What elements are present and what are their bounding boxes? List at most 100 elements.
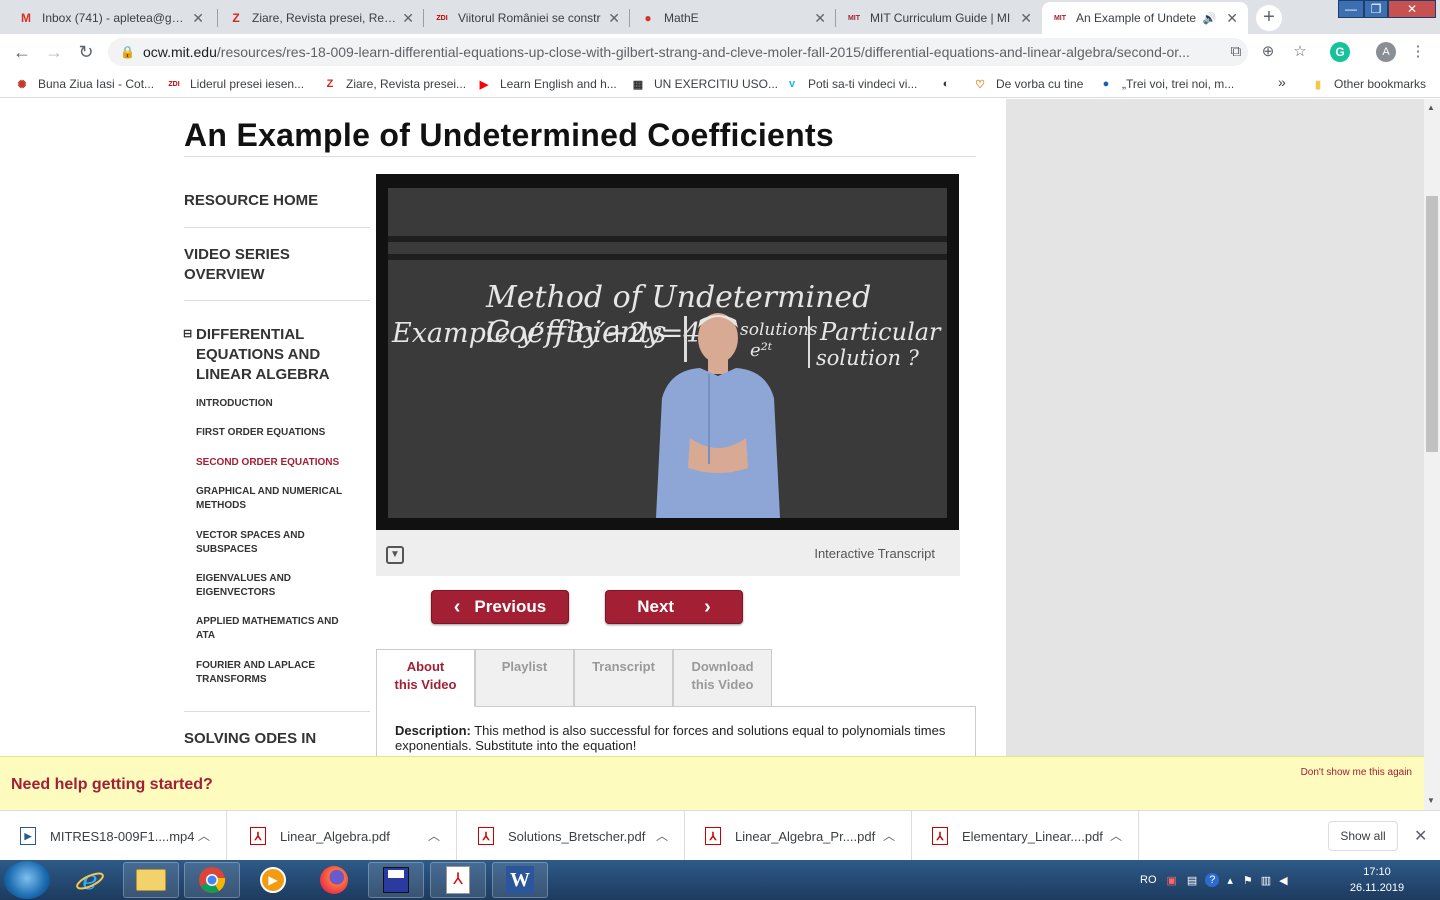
download-item[interactable]: ⅄ Elementary_Linear....pdf ︿ bbox=[912, 811, 1139, 861]
floppy-save-icon[interactable] bbox=[368, 862, 424, 898]
nav-sub-item[interactable]: FIRST ORDER EQUATIONS bbox=[196, 426, 346, 440]
chevron-up-icon[interactable]: ︿ bbox=[883, 827, 895, 844]
bookmark-item[interactable]: ▦ UN EXERCITIU USO... bbox=[630, 76, 778, 92]
nav-sub-label: FOURIER AND LAPLACE bbox=[196, 660, 316, 671]
tab-playlist[interactable]: Playlist bbox=[475, 649, 574, 707]
nav-item-current[interactable]: SECOND ORDER EQUATIONS bbox=[196, 456, 346, 470]
chevron-up-icon[interactable]: ︿ bbox=[428, 827, 440, 844]
dont-show-again-link[interactable]: Don't show me this again bbox=[1301, 767, 1412, 778]
browser-tab[interactable]: ZDI Viitorul României se constr ✕ bbox=[424, 2, 630, 34]
bookmark-item[interactable]: ✺ Buna Ziua Iasi - Cot... bbox=[14, 76, 154, 92]
menu-icon[interactable]: ⋮ bbox=[1408, 42, 1428, 62]
volume-tray-icon[interactable]: ◀ bbox=[1279, 874, 1287, 887]
tab-label: Download bbox=[691, 659, 754, 674]
chevron-up-icon[interactable]: ︿ bbox=[656, 827, 668, 844]
acrobat-tray-icon[interactable]: ▣ bbox=[1167, 874, 1177, 887]
bookmark-item[interactable]: ♡ De vorba cu tine bbox=[972, 76, 1083, 92]
forward-icon[interactable]: → bbox=[44, 42, 64, 62]
keyboard-tray-icon[interactable]: ▤ bbox=[1187, 874, 1197, 887]
ie-icon[interactable]: e bbox=[62, 862, 118, 898]
interactive-transcript-toggle[interactable]: Interactive Transcript bbox=[814, 546, 935, 561]
other-bookmarks[interactable]: ▮ Other bookmarks bbox=[1310, 76, 1426, 92]
word-icon[interactable]: W bbox=[492, 862, 548, 898]
bookmark-item[interactable]: ▶ Learn English and h... bbox=[476, 76, 617, 92]
media-player-icon[interactable]: ▶ bbox=[245, 862, 301, 898]
tray-expand-icon[interactable]: ▴ bbox=[1227, 874, 1233, 887]
nav-solving-odes[interactable]: SOLVING ODES IN bbox=[184, 729, 316, 749]
bookmark-item[interactable]: ZDI Liderul presei iesen... bbox=[166, 76, 304, 92]
maximize-button[interactable]: ❐ bbox=[1364, 0, 1388, 18]
chevron-up-icon[interactable]: ︿ bbox=[1110, 827, 1122, 844]
close-tab-icon[interactable]: ✕ bbox=[608, 10, 620, 27]
close-tab-icon[interactable]: ✕ bbox=[1226, 10, 1238, 27]
close-tab-icon[interactable]: ✕ bbox=[814, 10, 826, 27]
profile-avatar[interactable]: A bbox=[1376, 42, 1396, 62]
browser-tab[interactable]: ● MathE ✕ bbox=[630, 2, 836, 34]
help-tray-icon[interactable]: ? bbox=[1205, 873, 1220, 887]
video-description: Description: This method is also success… bbox=[395, 723, 965, 753]
tab-active[interactable]: MIT An Example of Undete 🔊 ✕ bbox=[1042, 2, 1248, 34]
bookmark-star-icon[interactable]: ☆ bbox=[1290, 42, 1310, 62]
firefox-icon[interactable] bbox=[306, 862, 362, 898]
nav-sub-item[interactable]: INTRODUCTION bbox=[196, 397, 346, 411]
nav-sub-item[interactable]: EIGENVALUES AND EIGENVECTORS bbox=[196, 572, 346, 600]
acrobat-icon[interactable]: ⅄ bbox=[430, 862, 486, 898]
system-clock[interactable]: 17:10 26.11.2019 bbox=[1344, 864, 1410, 896]
scroll-down-icon[interactable]: ▼ bbox=[1427, 796, 1435, 805]
collapse-toggle-icon[interactable]: ⊟ bbox=[183, 324, 192, 344]
show-all-button[interactable]: Show all bbox=[1328, 821, 1398, 851]
explorer-icon[interactable] bbox=[123, 862, 179, 898]
chrome-icon[interactable] bbox=[184, 862, 240, 898]
speaker-icon[interactable]: 🔊 bbox=[1203, 12, 1217, 25]
previous-button[interactable]: ‹ Previous bbox=[431, 590, 569, 624]
scrollbar-thumb[interactable] bbox=[1426, 196, 1438, 452]
nav-resource-home[interactable]: RESOURCE HOME bbox=[184, 191, 318, 211]
tab-download[interactable]: Download this Video bbox=[673, 649, 772, 707]
nav-sub-item[interactable]: VECTOR SPACES AND SUBSPACES bbox=[196, 529, 346, 557]
video-player[interactable]: Method of Undetermined Coefficients Exam… bbox=[376, 174, 959, 530]
bookmark-item[interactable]: ◐ bbox=[938, 76, 962, 92]
address-bar[interactable]: 🔒 ocw.mit.edu/resources/res-18-009-learn… bbox=[108, 38, 1248, 66]
flag-tray-icon[interactable]: ⚑ bbox=[1243, 874, 1253, 887]
new-tab-button[interactable]: + bbox=[1256, 5, 1282, 31]
nav-section-diffeq[interactable]: ⊟ DIFFERENTIAL EQUATIONS AND LINEAR ALGE… bbox=[183, 324, 330, 385]
close-tab-icon[interactable]: ✕ bbox=[192, 10, 204, 27]
translate-icon[interactable]: ⧉ bbox=[1226, 42, 1246, 62]
close-tab-icon[interactable]: ✕ bbox=[402, 10, 414, 27]
browser-tab[interactable]: Z Ziare, Revista presei, Revist ✕ bbox=[218, 2, 424, 34]
download-item[interactable]: ⅄ Solutions_Bretscher.pdf ︿ bbox=[458, 811, 685, 861]
board-text-solution-q: solution ? bbox=[816, 346, 919, 370]
minimize-button[interactable]: — bbox=[1338, 0, 1364, 18]
back-icon[interactable]: ← bbox=[12, 42, 32, 62]
previous-label: Previous bbox=[474, 597, 547, 616]
bookmark-item[interactable]: v Poti sa-ti vindeci vi... bbox=[784, 76, 917, 92]
browser-tab[interactable]: M Inbox (741) - apletea@gma ✕ bbox=[8, 2, 214, 34]
browser-tab[interactable]: MIT MIT Curriculum Guide | MI ✕ bbox=[836, 2, 1042, 34]
reload-icon[interactable]: ↻ bbox=[76, 42, 96, 62]
chevron-up-icon[interactable]: ︿ bbox=[198, 827, 210, 844]
scroll-up-icon[interactable]: ▲ bbox=[1427, 103, 1435, 112]
close-window-button[interactable]: ✕ bbox=[1388, 0, 1436, 18]
download-item[interactable]: ⅄ Linear_Algebra.pdf ︿ bbox=[230, 811, 457, 861]
next-button[interactable]: Next › bbox=[605, 590, 743, 624]
close-icon[interactable]: ✕ bbox=[1414, 826, 1427, 846]
nav-sub-item[interactable]: FOURIER AND LAPLACE TRANSFORMS bbox=[196, 659, 346, 687]
grammarly-icon[interactable]: G bbox=[1330, 42, 1350, 62]
tab-about[interactable]: About this Video bbox=[376, 649, 475, 707]
bookmarks-overflow[interactable]: » bbox=[1278, 74, 1286, 90]
chevron-down-icon[interactable]: ▼ bbox=[386, 546, 404, 564]
bookmark-item[interactable]: Z Ziare, Revista presei... bbox=[322, 76, 466, 92]
close-tab-icon[interactable]: ✕ bbox=[1020, 10, 1032, 27]
language-indicator[interactable]: RO bbox=[1140, 874, 1157, 886]
nav-sub-item[interactable]: APPLIED MATHEMATICS AND ATA bbox=[196, 615, 346, 643]
network-tray-icon[interactable]: ▥ bbox=[1261, 874, 1271, 887]
bookmark-item[interactable]: ● „Trei voi, trei noi, m... bbox=[1098, 76, 1235, 92]
tab-transcript[interactable]: Transcript bbox=[574, 649, 673, 707]
nav-sub-item[interactable]: GRAPHICAL AND NUMERICAL METHODS bbox=[196, 485, 346, 513]
zoom-icon[interactable]: ⊕ bbox=[1258, 42, 1278, 62]
start-button[interactable] bbox=[4, 861, 50, 899]
download-item[interactable]: ⅄ Linear_Algebra_Pr....pdf ︿ bbox=[685, 811, 912, 861]
download-item[interactable]: ▶ MITRES18-009F1....mp4 ︿ bbox=[0, 811, 227, 861]
nav-video-series-overview[interactable]: VIDEO SERIES OVERVIEW bbox=[184, 245, 290, 285]
clock-date: 26.11.2019 bbox=[1349, 882, 1405, 894]
